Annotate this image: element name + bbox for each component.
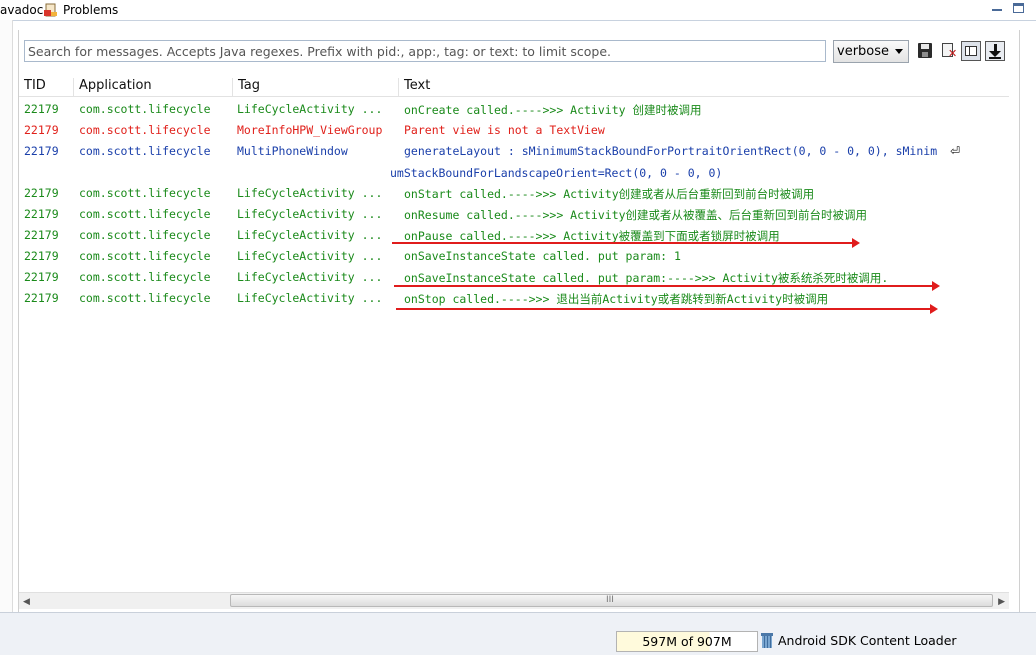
cell-text: onCreate called.---->>> Activity 创建时被调用: [404, 103, 702, 117]
cell-text: onStart called.---->>> Activity创建或者从后台重新…: [404, 187, 815, 201]
scroll-right-icon[interactable]: ▶: [998, 597, 1005, 607]
column-header-text[interactable]: Text: [398, 78, 1009, 96]
cell-application: com.scott.lifecycle: [79, 291, 211, 305]
cell-tag: LifeCycleActivity ...: [237, 270, 383, 284]
tab-problems[interactable]: Problems: [44, 3, 118, 17]
cell-tag: LifeCycleActivity ...: [237, 186, 383, 200]
cell-application: com.scott.lifecycle: [79, 228, 211, 242]
cell-application: com.scott.lifecycle: [79, 207, 211, 221]
cell-text-continuation: umStackBoundForLandscapeOrient=Rect(0, 0…: [390, 166, 723, 180]
search-input[interactable]: [24, 40, 826, 62]
chevron-down-icon: [895, 49, 903, 54]
cell-tag: MultiPhoneWindow: [237, 144, 348, 158]
cell-text: onStop called.---->>> 退出当前Activity或者跳转到新…: [404, 292, 829, 306]
cell-tid: 22179: [24, 249, 59, 263]
cell-tid: 22179: [24, 186, 59, 200]
table-row[interactable]: 22179 com.scott.lifecycle LifeCycleActiv…: [19, 266, 1009, 287]
content-loader-label: Android SDK Content Loader: [778, 633, 957, 648]
cell-tid: 22179: [24, 228, 59, 242]
cell-tag: MoreInfoHPW_ViewGroup: [237, 123, 383, 137]
cell-tid: 22179: [24, 207, 59, 221]
cell-tid: 22179: [24, 102, 59, 116]
maximize-icon[interactable]: [1013, 3, 1024, 13]
cell-application: com.scott.lifecycle: [79, 144, 211, 158]
cell-tag: LifeCycleActivity ...: [237, 102, 383, 116]
heap-status[interactable]: 597M of 907M: [616, 631, 758, 652]
scrollbar-grip: III: [606, 595, 614, 605]
wrap-arrow-icon: ⏎: [950, 144, 961, 158]
table-row[interactable]: 22179 com.scott.lifecycle LifeCycleActiv…: [19, 245, 1009, 266]
cell-text: onResume called.---->>> Activity创建或者从被覆盖…: [404, 208, 868, 222]
column-header-application[interactable]: Application: [73, 78, 232, 96]
column-header-tag[interactable]: Tag: [232, 78, 398, 96]
scroll-left-icon[interactable]: ◀: [23, 597, 30, 607]
scroll-lock-icon[interactable]: [985, 41, 1005, 61]
cell-application: com.scott.lifecycle: [79, 123, 211, 137]
cell-text: onSaveInstanceState called. put param:--…: [404, 271, 889, 285]
minimize-icon[interactable]: [991, 3, 1003, 14]
cell-text: generateLayout : sMinimumStackBoundForPo…: [404, 144, 938, 158]
tab-javadoc[interactable]: avadoc: [0, 3, 43, 17]
cell-tid: 22179: [24, 291, 59, 305]
cell-tid: 22179: [24, 144, 59, 158]
problems-icon: [44, 3, 58, 17]
annotation-arrow-onsaveinstancestate: [394, 281, 940, 291]
scrollbar-thumb[interactable]: III: [230, 594, 993, 607]
table-header: TID Application Tag Text: [19, 76, 1009, 97]
save-icon[interactable]: [916, 41, 934, 61]
annotation-arrow-onpause: [392, 238, 860, 248]
show-saved-filters-icon[interactable]: [961, 41, 981, 61]
table-row[interactable]: 22179 com.scott.lifecycle LifeCycleActiv…: [19, 98, 1009, 119]
cell-application: com.scott.lifecycle: [79, 249, 211, 263]
tab-problems-label: Problems: [63, 3, 119, 17]
log-level-value: verbose: [837, 44, 890, 59]
cell-tid: 22179: [24, 123, 59, 137]
cell-application: com.scott.lifecycle: [79, 102, 211, 116]
cell-text: Parent view is not a TextView: [404, 123, 605, 137]
cell-application: com.scott.lifecycle: [79, 186, 211, 200]
cell-application: com.scott.lifecycle: [79, 270, 211, 284]
clear-log-icon[interactable]: ✕: [940, 41, 958, 61]
cell-text: onSaveInstanceState called. put param: 1: [404, 249, 681, 263]
annotation-arrow-onstop: [396, 304, 938, 314]
trash-icon: [761, 633, 773, 648]
window-controls: [991, 3, 1024, 14]
cell-tag: LifeCycleActivity ...: [237, 291, 383, 305]
log-level-select[interactable]: verbose: [833, 40, 909, 63]
left-gutter: [0, 20, 13, 612]
cell-tag: LifeCycleActivity ...: [237, 207, 383, 221]
table-row[interactable]: 22179 com.scott.lifecycle MoreInfoHPW_Vi…: [19, 119, 1009, 140]
cell-tag: LifeCycleActivity ...: [237, 228, 383, 242]
column-header-tid[interactable]: TID: [19, 78, 73, 96]
content-loader-status[interactable]: Android SDK Content Loader: [761, 633, 957, 648]
table-row[interactable]: 22179 com.scott.lifecycle LifeCycleActiv…: [19, 182, 1009, 203]
cell-tid: 22179: [24, 270, 59, 284]
table-row[interactable]: 22179 com.scott.lifecycle LifeCycleActiv…: [19, 203, 1009, 224]
table-row[interactable]: 22179 com.scott.lifecycle MultiPhoneWind…: [19, 140, 1009, 182]
table-row[interactable]: 22179 com.scott.lifecycle LifeCycleActiv…: [19, 287, 1009, 308]
cell-tag: LifeCycleActivity ...: [237, 249, 383, 263]
horizontal-scrollbar[interactable]: ◀ III ▶: [19, 592, 1009, 609]
view-tab-strip: avadoc Problems: [0, 0, 1036, 21]
